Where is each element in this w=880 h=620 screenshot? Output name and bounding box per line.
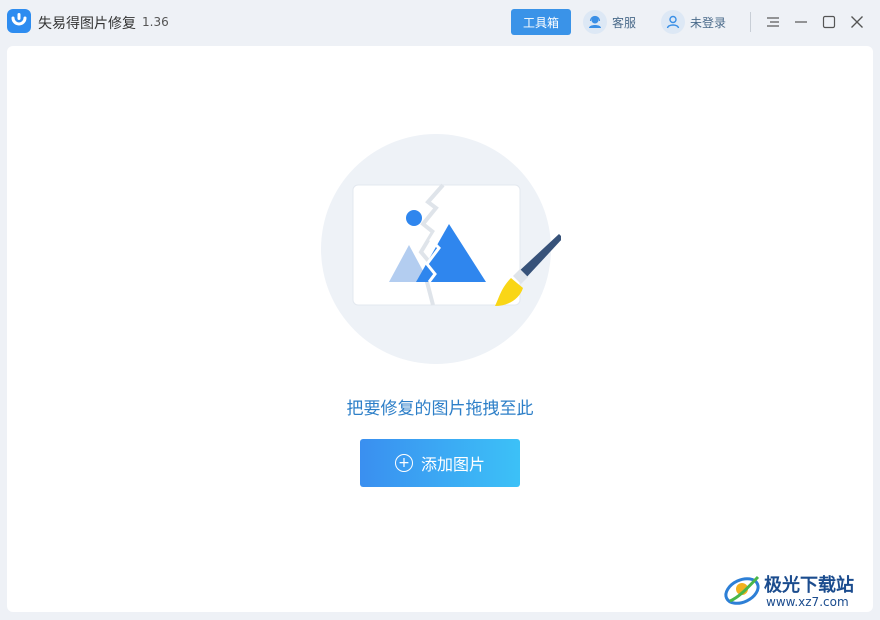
drop-zone[interactable]: 把要修复的图片拖拽至此 + 添加图片 xyxy=(7,46,873,612)
login-label: 未登录 xyxy=(690,15,727,30)
plus-circle-icon: + xyxy=(394,454,413,472)
maximize-icon[interactable] xyxy=(818,11,840,33)
watermark: 极光下载站 www.xz7.com xyxy=(722,567,872,617)
service-label: 客服 xyxy=(612,15,637,30)
broken-image-illustration xyxy=(321,132,563,372)
close-icon[interactable] xyxy=(846,11,868,33)
add-image-button[interactable]: + 添加图片 xyxy=(360,439,520,487)
title-bar: 失易得图片修复 1.36 工具箱 客服 未登录 xyxy=(0,0,880,44)
service-icon xyxy=(583,10,607,34)
app-logo-icon xyxy=(7,9,31,33)
app-version: 1.36 xyxy=(142,15,169,29)
watermark-url: www.xz7.com xyxy=(766,595,849,609)
watermark-logo-icon xyxy=(724,575,760,605)
user-icon xyxy=(661,10,685,34)
drop-hint-text: 把要修复的图片拖拽至此 xyxy=(346,399,534,419)
toolbox-button[interactable]: 工具箱 xyxy=(511,9,571,35)
app-title: 失易得图片修复 xyxy=(38,16,136,32)
menu-icon[interactable] xyxy=(762,11,784,33)
service-button[interactable]: 客服 xyxy=(583,9,636,35)
header-divider xyxy=(750,12,751,32)
minimize-icon[interactable] xyxy=(790,11,812,33)
add-image-label: 添加图片 xyxy=(420,455,485,474)
watermark-site-name: 极光下载站 xyxy=(764,575,854,596)
login-button[interactable]: 未登录 xyxy=(661,9,726,35)
